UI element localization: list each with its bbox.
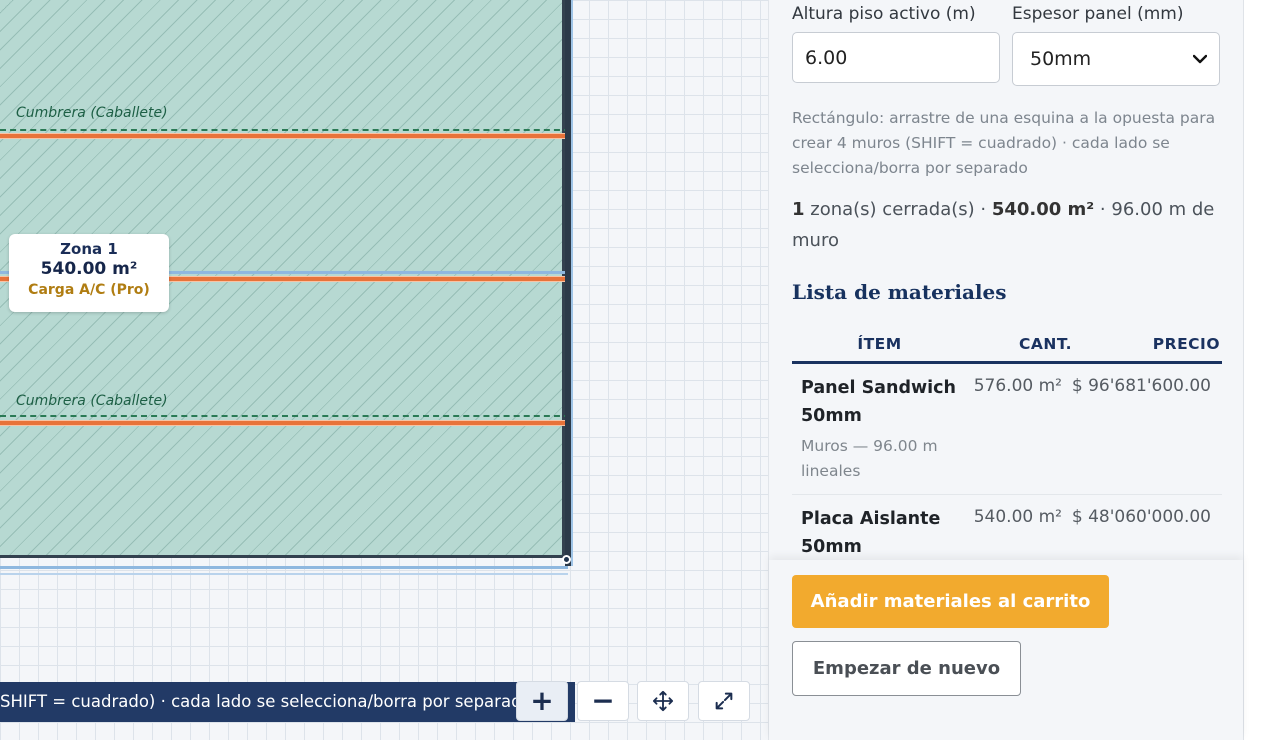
drawing-canvas[interactable]: Cumbrera (Caballete) Cumbrera (Caballete… — [0, 0, 769, 740]
panel-thickness-select[interactable]: 50mm — [1012, 32, 1220, 86]
zone-name: Zona 1 — [60, 240, 118, 258]
ridge-line-top[interactable] — [0, 129, 570, 131]
corner-handle[interactable] — [562, 555, 571, 564]
row-price: $ 48'060'000.00 — [1071, 507, 1211, 527]
guide-line-bottom-outer — [0, 573, 568, 575]
expand-icon — [715, 692, 733, 710]
wall-line-top[interactable] — [0, 134, 570, 138]
row-qty: 576.00 m² — [973, 376, 1062, 396]
table-row: Placa Aislante 50mm 540.00 m² $ 48'060'0… — [792, 495, 1222, 558]
ridge-label-top: Cumbrera (Caballete) — [16, 105, 168, 121]
total-area: 540.00 m² — [991, 199, 1095, 220]
panel-footer: Añadir materiales al carrito Empezar de … — [769, 560, 1243, 740]
table-header: ÍTEM CANT. PRECIO — [792, 326, 1222, 364]
floor-height-label: Altura piso activo (m) — [792, 4, 976, 24]
add-to-cart-button[interactable]: Añadir materiales al carrito — [792, 575, 1109, 628]
help-text: Rectángulo: arrastre de una esquina a la… — [792, 109, 1216, 177]
zone-info-card: Zona 1 540.00 m² Carga A/C (Pro) — [9, 234, 169, 312]
zoom-in-button[interactable]: + — [516, 681, 568, 721]
zone-area-value: 540.00 m² — [40, 259, 138, 279]
ridge-label-bottom: Cumbrera (Caballete) — [16, 393, 168, 409]
floor-height-input[interactable] — [792, 32, 1000, 83]
zones-count: 1 — [792, 199, 805, 220]
header-price: PRECIO — [1152, 334, 1220, 353]
row-qty: 540.00 m² — [973, 507, 1062, 527]
table-row: Panel Sandwich 50mm Muros — 96.00 m line… — [792, 364, 1222, 495]
zone-load-label: Carga A/C (Pro) — [28, 282, 150, 298]
row-item-sub: Muros — 96.00 m lineales — [801, 437, 938, 480]
zoom-out-button[interactable]: − — [577, 681, 629, 721]
pan-button[interactable] — [637, 681, 689, 721]
row-item: Panel Sandwich 50mm Muros — 96.00 m line… — [792, 374, 967, 484]
tip-bar: SHIFT = cuadrado) · cada lado se selecci… — [0, 682, 575, 722]
wall-line-bottom[interactable] — [0, 421, 570, 425]
wall-right[interactable] — [565, 0, 571, 566]
panel-thickness-value: 50mm — [1030, 48, 1092, 70]
materials-table: ÍTEM CANT. PRECIO Panel Sandwich 50mm Mu… — [792, 326, 1222, 558]
zones-text: zona(s) cerrada(s) · — [804, 199, 992, 220]
fit-view-button[interactable] — [698, 681, 750, 721]
zones-summary: 1 zona(s) cerrada(s) · 540.00 m² · 96.00… — [792, 194, 1222, 256]
chevron-down-icon — [1193, 54, 1207, 64]
plus-icon: + — [530, 684, 554, 717]
row-price: $ 96'681'600.00 — [1071, 376, 1211, 396]
materials-title: Lista de materiales — [792, 280, 1007, 304]
row-item-name: Panel Sandwich 50mm — [801, 378, 956, 426]
start-over-button[interactable]: Empezar de nuevo — [792, 641, 1021, 696]
ridge-line-bottom[interactable] — [0, 415, 570, 417]
side-panel: Altura piso activo (m) Espesor panel (mm… — [769, 0, 1244, 740]
header-qty: CANT. — [1019, 334, 1072, 353]
row-item: Placa Aislante 50mm — [792, 505, 967, 558]
panel-thickness-label: Espesor panel (mm) — [1012, 4, 1184, 24]
row-item-name: Placa Aislante 50mm — [801, 509, 941, 557]
guide-line-bottom — [0, 566, 568, 569]
header-item: ÍTEM — [857, 334, 902, 353]
minus-icon: − — [591, 684, 615, 717]
move-icon — [652, 690, 674, 712]
